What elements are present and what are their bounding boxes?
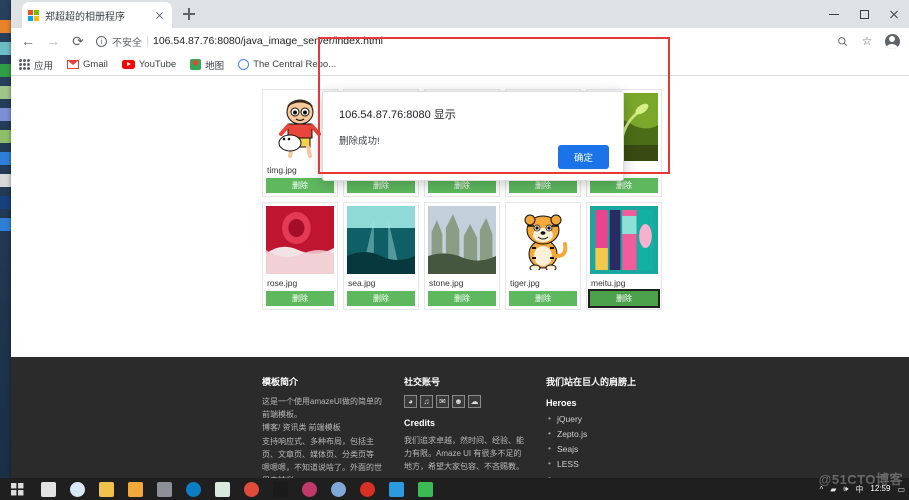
chrome-icon[interactable]: [244, 481, 259, 497]
tab-strip: 郑超超的相册程序: [11, 0, 909, 28]
dialog-title: 106.54.87.76:8080 显示: [339, 109, 456, 121]
reload-button[interactable]: ⟳: [69, 32, 87, 50]
explorer-icon[interactable]: [99, 481, 114, 497]
gmail-icon: [67, 60, 80, 69]
youtube-icon: [121, 60, 135, 69]
close-window-button[interactable]: [879, 0, 909, 28]
settings-icon[interactable]: [157, 481, 172, 497]
bookmark-central-repo[interactable]: The Central Repo...: [238, 59, 336, 70]
watermark: @51CTO博客: [818, 472, 903, 487]
bookmark-label: Gmail: [83, 59, 108, 70]
modal-overlay: 106.54.87.76:8080 显示 删除成功! 确定: [11, 76, 909, 478]
tim-icon[interactable]: [389, 481, 404, 497]
forward-button[interactable]: →: [44, 32, 62, 50]
microsoft-logo-icon: [28, 9, 39, 21]
wechat-icon[interactable]: [418, 481, 433, 497]
windows-start-icon[interactable]: [0, 478, 34, 500]
bookmark-label: 地图: [205, 60, 225, 72]
cortana-icon[interactable]: [70, 481, 85, 497]
eclipse-icon[interactable]: [215, 481, 230, 497]
page-viewport: timg.jpg 删除 bird.jpg 删除: [11, 76, 909, 478]
browser-tab[interactable]: 郑超超的相册程序: [22, 2, 172, 28]
window-controls: [819, 0, 909, 28]
maps-icon: [190, 59, 202, 70]
avatar[interactable]: [883, 32, 901, 50]
site-info-icon[interactable]: i: [96, 35, 107, 47]
maximize-button[interactable]: [849, 0, 879, 28]
bookmark-maps[interactable]: 地图: [190, 58, 224, 72]
security-label: 不安全: [112, 37, 142, 49]
address-bar[interactable]: i 不安全 106.54.87.76:8080/java_image_serve…: [94, 32, 826, 50]
bookmarks-bar: 应用 Gmail YouTube 地图 The Central Repo...: [11, 54, 909, 76]
search-icon[interactable]: [833, 32, 851, 50]
alert-dialog: 106.54.87.76:8080 显示 删除成功! 确定: [322, 91, 624, 181]
ps-icon[interactable]: [273, 481, 288, 497]
bookmark-gmail[interactable]: Gmail: [67, 59, 108, 70]
app-icon[interactable]: [331, 481, 346, 497]
apps-grid-icon: [19, 59, 30, 70]
confirm-button[interactable]: 确定: [557, 145, 609, 169]
bookmark-label: YouTube: [138, 59, 177, 70]
bookmark-label: 应用: [34, 60, 54, 72]
minimize-button[interactable]: [819, 0, 849, 28]
dialog-button-row: 确定: [557, 145, 609, 169]
url-text: 106.54.87.76:8080/java_image_server/inde…: [153, 35, 383, 47]
back-button[interactable]: ←: [19, 32, 37, 50]
hexagon-icon: [238, 59, 250, 70]
search-icon[interactable]: [41, 481, 56, 497]
store-icon[interactable]: [128, 481, 143, 497]
netease-icon[interactable]: [360, 481, 375, 497]
edge-icon[interactable]: [186, 481, 201, 497]
divider: [147, 35, 148, 47]
close-icon[interactable]: [153, 9, 166, 22]
new-tab-button[interactable]: [180, 5, 198, 23]
browser-toolbar: ← → ⟳ i 不安全 106.54.87.76:8080/java_image…: [11, 28, 909, 54]
tab-title: 郑超超的相册程序: [45, 11, 125, 23]
media-icon[interactable]: [302, 481, 317, 497]
bookmark-apps[interactable]: 应用: [19, 58, 53, 72]
browser-window: 郑超超的相册程序 ← → ⟳ i 不安全 106.54.87.76:8080/j…: [11, 0, 909, 478]
windows-taskbar: ^ ▰ 🕪 中 12:59 ▭: [0, 478, 909, 500]
bookmark-label: The Central Repo...: [253, 59, 337, 70]
bookmark-youtube[interactable]: YouTube: [121, 59, 177, 70]
bookmark-star-icon[interactable]: ☆: [858, 32, 876, 50]
